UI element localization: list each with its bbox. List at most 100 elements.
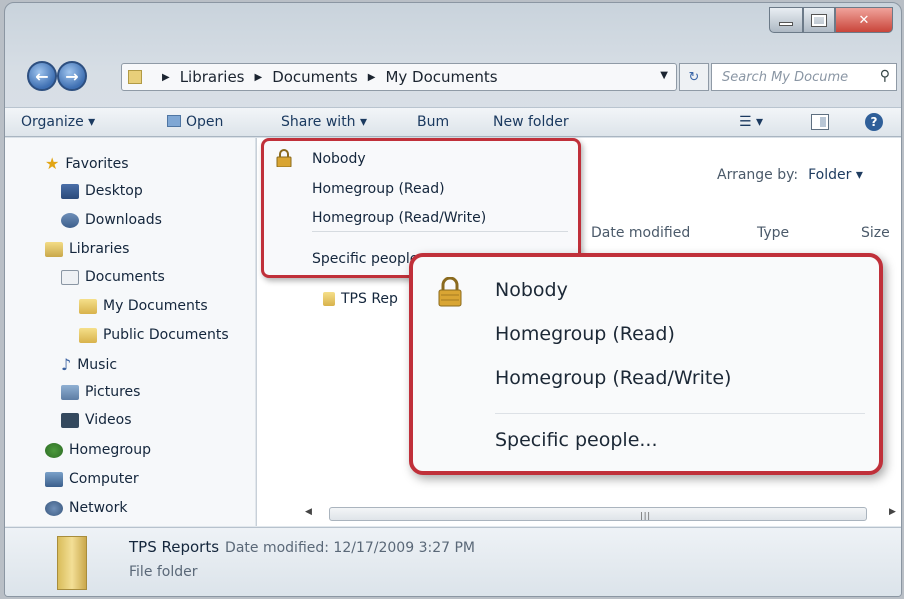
horizontal-scrollbar[interactable]: ◀ ||| ▶ bbox=[303, 505, 896, 523]
explorer-window: ✕ ← → ▶ Libraries ▶ Documents ▶ My Docum… bbox=[4, 2, 902, 597]
breadcrumb-libraries[interactable]: Libraries bbox=[180, 68, 245, 86]
nav-label: Music bbox=[77, 356, 118, 373]
details-pane: TPS Reports Date modified: 12/17/2009 3:2… bbox=[5, 527, 901, 596]
search-input[interactable]: Search My Docume ⚲ bbox=[711, 63, 897, 91]
open-button[interactable]: Open bbox=[167, 114, 223, 130]
back-button[interactable]: ← bbox=[27, 61, 57, 91]
scroll-right-icon[interactable]: ▶ bbox=[889, 507, 896, 517]
share-with-menu-enlarged: Nobody Homegroup (Read) Homegroup (Read/… bbox=[409, 253, 883, 475]
breadcrumb-chevron-icon[interactable]: ▶ bbox=[255, 72, 263, 83]
nav-item-pictures[interactable]: Pictures bbox=[61, 384, 140, 400]
nav-label: Pictures bbox=[85, 384, 141, 400]
menu-item-nobody[interactable]: Nobody bbox=[312, 151, 366, 167]
menu-separator bbox=[495, 413, 865, 414]
search-icon[interactable]: ⚲ bbox=[880, 68, 890, 84]
libraries-icon bbox=[45, 241, 63, 257]
search-placeholder: Search My Docume bbox=[722, 69, 849, 85]
lock-icon bbox=[438, 277, 462, 307]
back-arrow-icon: ← bbox=[35, 66, 49, 86]
maximize-button[interactable] bbox=[803, 7, 835, 33]
nav-item-music[interactable]: ♪ Music bbox=[61, 355, 117, 374]
nav-item-documents[interactable]: Documents bbox=[61, 269, 165, 285]
refresh-icon: ↻ bbox=[688, 69, 700, 85]
close-button[interactable]: ✕ bbox=[835, 7, 893, 33]
minimize-icon bbox=[779, 22, 793, 26]
forward-button[interactable]: → bbox=[57, 61, 87, 91]
nav-item-homegroup[interactable]: Homegroup bbox=[45, 442, 151, 458]
caption-buttons: ✕ bbox=[769, 5, 899, 39]
nav-item-my-documents[interactable]: My Documents bbox=[79, 298, 208, 314]
folder-icon bbox=[128, 70, 142, 84]
column-header-size[interactable]: Size bbox=[861, 225, 890, 241]
arrange-by-dropdown[interactable]: Folder ▾ bbox=[808, 167, 863, 183]
file-row-tps-reports[interactable]: TPS Rep bbox=[323, 291, 398, 307]
organize-button[interactable]: Organize ▾ bbox=[21, 114, 95, 130]
file-name: TPS Rep bbox=[341, 291, 398, 307]
view-options-button[interactable]: ☰ ▾ bbox=[739, 114, 763, 130]
view-list-icon: ☰ bbox=[739, 114, 752, 130]
documents-icon bbox=[61, 269, 79, 285]
nav-label: Videos bbox=[85, 412, 132, 428]
menu-item-nobody[interactable]: Nobody bbox=[495, 279, 568, 301]
menu-item-homegroup-read[interactable]: Homegroup (Read) bbox=[312, 181, 445, 197]
address-bar[interactable]: ▶ Libraries ▶ Documents ▶ My Documents ▼ bbox=[121, 63, 677, 91]
music-icon: ♪ bbox=[61, 355, 72, 374]
nav-label: Libraries bbox=[69, 241, 130, 257]
address-dropdown-icon[interactable]: ▼ bbox=[660, 70, 668, 81]
arrange-by: Arrange by: Folder ▾ bbox=[717, 167, 863, 183]
folder-large-icon bbox=[57, 536, 87, 590]
preview-pane-icon[interactable] bbox=[811, 114, 829, 130]
downloads-icon bbox=[61, 212, 79, 228]
nav-label: Documents bbox=[85, 269, 165, 285]
close-icon: ✕ bbox=[858, 12, 870, 28]
nav-label: Computer bbox=[69, 471, 139, 487]
computer-icon bbox=[45, 471, 63, 487]
burn-button[interactable]: Bum bbox=[417, 114, 449, 130]
share-with-button[interactable]: Share with ▾ bbox=[281, 114, 367, 130]
nav-item-videos[interactable]: Videos bbox=[61, 412, 132, 428]
refresh-button[interactable]: ↻ bbox=[679, 63, 709, 91]
pictures-icon bbox=[61, 384, 79, 400]
breadcrumb-my-documents[interactable]: My Documents bbox=[385, 68, 497, 86]
column-header-type[interactable]: Type bbox=[757, 225, 789, 241]
videos-icon bbox=[61, 412, 79, 428]
folder-icon bbox=[79, 327, 97, 343]
desktop-icon bbox=[61, 183, 79, 199]
nav-label: Desktop bbox=[85, 183, 143, 199]
minimize-button[interactable] bbox=[769, 7, 803, 33]
address-row: ← → ▶ Libraries ▶ Documents ▶ My Documen… bbox=[25, 59, 899, 93]
forward-arrow-icon: → bbox=[65, 66, 79, 86]
new-folder-button[interactable]: New folder bbox=[493, 114, 569, 130]
network-icon bbox=[45, 500, 63, 516]
nav-label: My Documents bbox=[103, 298, 208, 314]
folder-icon bbox=[323, 292, 335, 306]
nav-item-libraries[interactable]: Libraries bbox=[45, 241, 129, 257]
menu-item-homegroup-read[interactable]: Homegroup (Read) bbox=[495, 323, 675, 345]
folder-icon bbox=[79, 298, 97, 314]
menu-item-specific-people[interactable]: Specific people bbox=[312, 251, 418, 267]
help-icon[interactable]: ? bbox=[865, 113, 883, 131]
breadcrumb-chevron-icon[interactable]: ▶ bbox=[162, 72, 170, 83]
nav-item-computer[interactable]: Computer bbox=[45, 471, 139, 487]
breadcrumb-chevron-icon[interactable]: ▶ bbox=[368, 72, 376, 83]
nav-item-desktop[interactable]: Desktop bbox=[61, 183, 143, 199]
nav-label: Favorites bbox=[65, 155, 129, 172]
details-date: Date modified: 12/17/2009 3:27 PM bbox=[225, 540, 475, 556]
breadcrumb-documents[interactable]: Documents bbox=[272, 68, 358, 86]
details-name: TPS Reports Date modified: 12/17/2009 3:2… bbox=[129, 538, 475, 556]
star-icon: ★ bbox=[45, 154, 60, 173]
scrollbar-thumb[interactable]: ||| bbox=[329, 507, 867, 521]
scroll-grip-icon: ||| bbox=[640, 511, 652, 520]
column-header-date-modified[interactable]: Date modified bbox=[591, 225, 690, 241]
nav-item-downloads[interactable]: Downloads bbox=[61, 212, 162, 228]
menu-item-specific-people[interactable]: Specific people... bbox=[495, 429, 658, 451]
nav-item-network[interactable]: Network bbox=[45, 500, 127, 516]
nav-item-public-documents[interactable]: Public Documents bbox=[79, 327, 229, 343]
menu-item-homegroup-readwrite[interactable]: Homegroup (Read/Write) bbox=[495, 367, 731, 389]
nav-label: Downloads bbox=[85, 212, 162, 228]
open-label: Open bbox=[186, 114, 224, 130]
menu-item-homegroup-readwrite[interactable]: Homegroup (Read/Write) bbox=[312, 210, 486, 226]
scroll-left-icon[interactable]: ◀ bbox=[305, 507, 312, 517]
lock-icon bbox=[276, 149, 292, 167]
nav-item-favorites[interactable]: ★ Favorites bbox=[45, 154, 129, 173]
